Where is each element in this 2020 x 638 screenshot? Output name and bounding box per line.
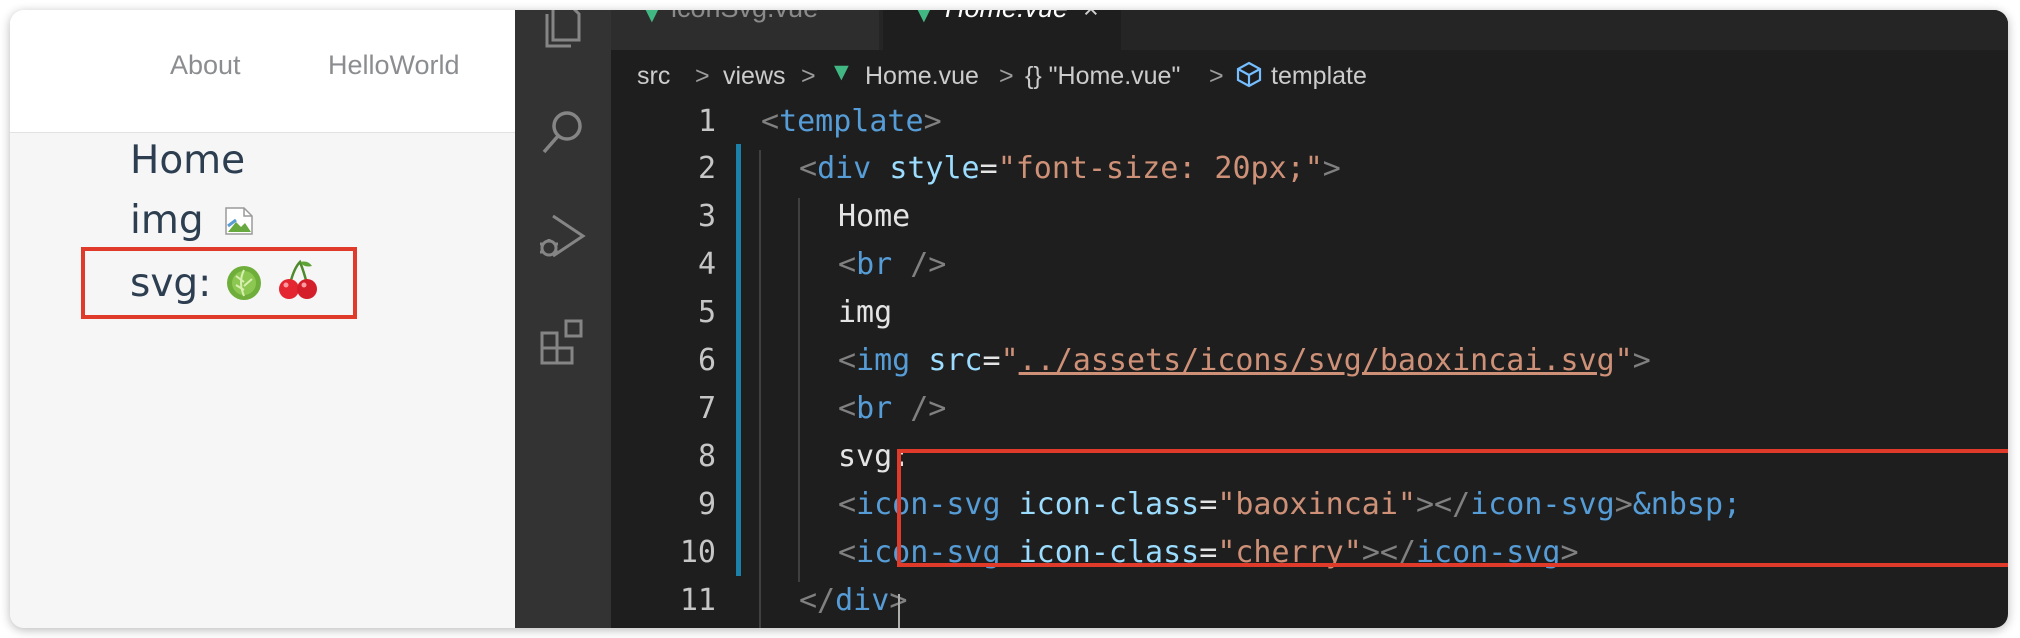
code-line-7: <br /> [838,391,947,426]
preview-highlight-box [81,247,357,319]
line-number: 8 [697,439,716,474]
tab-label: Home.vue [945,10,1068,24]
line-number: 5 [697,295,716,330]
nav-link-helloworld[interactable]: HelloWorld [328,50,460,81]
breadcrumb: src > views > ▼ Home.vue > {} "Home.vue"… [611,50,2008,104]
preview-img-label: img [130,198,204,243]
line-number: 9 [697,487,716,522]
line-number: 11 [679,583,716,618]
extensions-icon[interactable] [537,316,589,368]
vscode-window: ▼ iconSvg.vue ▼ Home.vue × src > views >… [515,10,2008,628]
breadcrumb-separator: > [801,62,816,90]
run-debug-icon[interactable] [537,210,589,262]
code-editor[interactable]: 1 2 3 4 5 6 7 8 9 10 11 12 <template> <d… [611,104,2008,628]
vue-file-icon: ▼ [829,58,854,86]
line-number: 1 [697,104,716,139]
breadcrumb-src[interactable]: src [637,62,670,91]
explorer-icon[interactable] [537,10,589,52]
breadcrumb-separator: > [1209,62,1224,90]
browser-preview: About HelloWorld Home img svg: [10,10,515,628]
editor-tabs: ▼ iconSvg.vue ▼ Home.vue × [611,10,2008,50]
line-number: 10 [679,535,716,570]
text-cursor [898,594,900,628]
vue-file-icon: ▼ [911,10,937,28]
activity-bar [515,10,611,628]
src-path-link[interactable]: ../assets/icons/svg/baoxincai.svg [1019,343,1615,378]
breadcrumb-separator: > [999,62,1014,90]
tab-iconsvg[interactable]: ▼ iconSvg.vue [611,10,879,50]
vue-file-icon: ▼ [639,10,665,28]
nav-link-about[interactable]: About [170,50,241,81]
tab-home[interactable]: ▼ Home.vue × [883,10,1121,50]
line-number: 3 [697,199,716,234]
code-line-2: <div style="font-size: 20px;"> [799,151,1341,186]
breadcrumb-node[interactable]: template [1271,62,1367,91]
line-number: 7 [697,391,716,426]
screenshot-frame: About HelloWorld Home img svg: ▼ ▼ src >… [10,10,2008,628]
line-number: 2 [697,151,716,186]
indent-guide [798,198,800,582]
breadcrumb-object[interactable]: {} "Home.vue" [1025,62,1180,91]
cube-icon [1235,60,1263,95]
code-line-6: <img src="../assets/icons/svg/baoxincai.… [838,343,1651,378]
code-line-3: Home [838,199,911,234]
line-number: 6 [697,343,716,378]
indent-guide [759,150,761,628]
code-highlight-box [897,449,2008,567]
code-line-12: </template> [761,627,960,628]
broken-image-icon [224,201,254,235]
top-nav: About HelloWorld [10,10,515,133]
code-line-11: </div> [799,583,907,618]
code-line-4: <br /> [838,247,947,282]
search-icon[interactable] [537,106,589,158]
line-number: 4 [697,247,716,282]
breadcrumb-file[interactable]: Home.vue [865,62,979,91]
code-line-5: img [838,295,893,330]
modified-lines-indicator [736,144,741,576]
line-number: 12 [611,627,716,628]
code-line-1: <template> [761,104,942,139]
preview-home-text: Home [130,138,246,183]
preview-img-line: img [130,198,254,243]
breadcrumb-separator: > [695,62,710,90]
breadcrumb-views[interactable]: views [723,62,786,91]
tab-label: iconSvg.vue [671,10,818,24]
close-icon[interactable]: × [1083,10,1099,25]
